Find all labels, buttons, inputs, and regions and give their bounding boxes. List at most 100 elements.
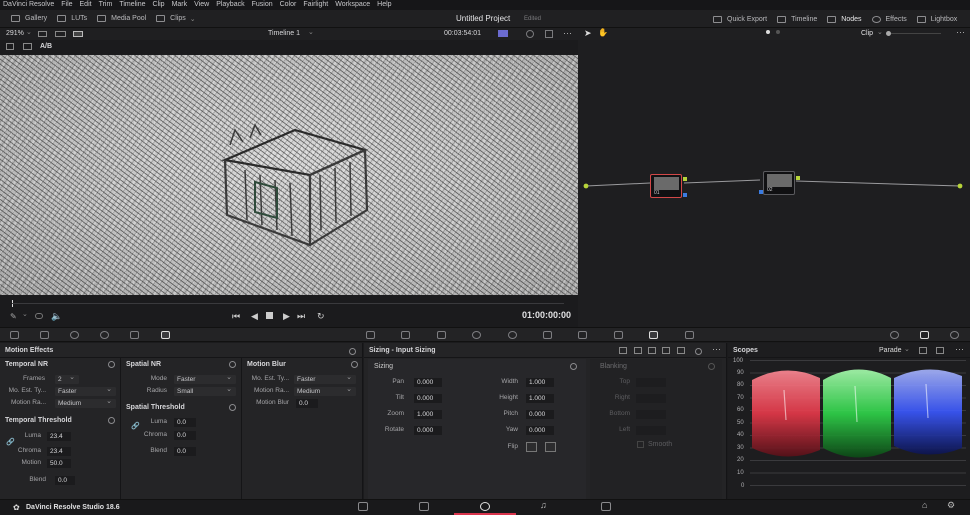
rgb-mixer-icon[interactable] — [130, 331, 139, 339]
volume-icon[interactable]: 🔈 — [51, 311, 62, 322]
motion-range-dropdown[interactable]: Medium — [55, 397, 116, 408]
skip-back-icon[interactable]: ⏮ — [232, 311, 240, 322]
fairlight-page-icon[interactable]: ♫ — [540, 500, 547, 510]
motion-value[interactable]: 50.0 — [47, 459, 71, 468]
frames-dropdown[interactable]: 2 — [55, 373, 79, 384]
clip-mode[interactable]: Clip — [861, 30, 873, 37]
compare-view-icon[interactable] — [73, 31, 83, 37]
height-value[interactable]: 1.000 — [526, 394, 554, 403]
viewer-image[interactable] — [0, 55, 578, 295]
display-icon[interactable] — [498, 30, 508, 37]
chevron-down-icon[interactable]: ⌄ — [904, 345, 910, 353]
scope-mode[interactable]: Parade — [879, 347, 902, 354]
input-sizing-icon[interactable] — [619, 347, 627, 354]
3d-icon[interactable] — [685, 331, 694, 339]
curves-icon[interactable] — [366, 331, 375, 339]
mode-dropdown[interactable]: Faster — [174, 373, 236, 384]
gallery-button[interactable]: Gallery — [6, 10, 52, 28]
expand-icon[interactable] — [936, 347, 944, 354]
play-icon[interactable]: ▶ — [283, 311, 290, 322]
timeline-button[interactable]: Timeline — [772, 10, 822, 28]
expand-icon[interactable] — [545, 30, 553, 38]
deliver-page-icon[interactable] — [601, 502, 611, 511]
link-icon[interactable]: 🔗 — [6, 438, 15, 446]
nodes-button[interactable]: Nodes — [822, 10, 866, 28]
motion-range-dropdown[interactable]: Medium — [294, 385, 356, 396]
edit-page-icon[interactable] — [419, 502, 429, 511]
menu-color[interactable]: Color — [280, 0, 297, 10]
node-editor[interactable]: 01 02 — [578, 40, 970, 327]
qualifier-icon[interactable] — [437, 331, 446, 339]
info-circle-icon[interactable] — [950, 331, 959, 339]
chevron-down-icon[interactable]: ⌄ — [22, 310, 28, 318]
media-page-icon[interactable] — [358, 502, 368, 511]
reset-icon[interactable] — [229, 404, 236, 411]
viewer-mode-icon[interactable] — [38, 31, 47, 37]
mo-est-type-dropdown[interactable]: Faster — [294, 373, 356, 384]
reset-icon[interactable] — [108, 361, 115, 368]
menu-view[interactable]: View — [194, 0, 209, 10]
more-options-icon[interactable]: ··· — [955, 344, 964, 354]
tilt-value[interactable]: 0.000 — [414, 394, 442, 403]
magic-mask-icon[interactable] — [543, 331, 552, 339]
zoom-level[interactable]: 291% — [6, 30, 24, 37]
menu-help[interactable]: Help — [377, 0, 391, 10]
home-icon[interactable]: ⌂ — [922, 500, 927, 510]
motion-effects-icon[interactable] — [161, 331, 170, 339]
menu-workspace[interactable]: Workspace — [335, 0, 370, 10]
camera-raw-icon[interactable] — [10, 331, 19, 339]
menu-playback[interactable]: Playback — [216, 0, 244, 10]
key-icon[interactable] — [614, 331, 623, 339]
more-options-icon[interactable]: ··· — [712, 344, 721, 354]
output-sizing-icon[interactable] — [634, 347, 642, 354]
reset-icon[interactable] — [349, 348, 356, 355]
blend-value[interactable]: 0.0 — [55, 476, 75, 485]
yaw-value[interactable]: 0.000 — [526, 426, 554, 435]
rotate-value[interactable]: 0.000 — [414, 426, 442, 435]
zoom-slider[interactable] — [891, 33, 941, 34]
blend-value[interactable]: 0.0 — [174, 447, 196, 456]
effects-button[interactable]: Effects — [867, 10, 912, 28]
clips-button[interactable]: Clips ⌄ — [151, 10, 200, 28]
pan-value[interactable]: 0.000 — [414, 378, 442, 387]
tracker-icon[interactable] — [508, 331, 517, 339]
chroma-value[interactable]: 23.4 — [47, 447, 71, 456]
split-view-icon[interactable] — [55, 31, 66, 37]
flip-horizontal-icon[interactable] — [526, 442, 537, 452]
hand-icon[interactable]: ✋ — [598, 28, 608, 37]
reset-icon[interactable] — [351, 361, 358, 368]
motion-blur-value[interactable]: 0.0 — [296, 399, 318, 408]
luma-value[interactable]: 23.4 — [47, 432, 71, 441]
menu-trim[interactable]: Trim — [99, 0, 113, 10]
node-output-icon[interactable] — [796, 176, 800, 180]
node-key-input-icon[interactable] — [759, 190, 763, 194]
media-pool-button[interactable]: Media Pool — [92, 10, 151, 28]
pitch-value[interactable]: 0.000 — [526, 410, 554, 419]
sizing-icon[interactable] — [649, 331, 658, 339]
node-01[interactable]: 01 — [650, 174, 682, 198]
mo-est-type-dropdown[interactable]: Faster — [55, 385, 116, 396]
menu-clip[interactable]: Clip — [153, 0, 165, 10]
cursor-icon[interactable] — [23, 43, 32, 50]
lightbox-button[interactable]: Lightbox — [912, 10, 962, 28]
info-icon[interactable] — [890, 331, 899, 339]
window-icon[interactable] — [472, 331, 481, 339]
zoom-dropdown-icon[interactable]: ⌄ — [26, 28, 32, 36]
radius-dropdown[interactable]: Small — [174, 385, 236, 396]
loop-playback-icon[interactable]: ↻ — [317, 311, 325, 322]
scopes-icon[interactable] — [920, 331, 929, 339]
menu-fusion[interactable]: Fusion — [252, 0, 273, 10]
node-key-output-icon[interactable] — [683, 193, 687, 197]
loop-icon[interactable] — [526, 30, 534, 38]
flip-vertical-icon[interactable] — [545, 442, 556, 452]
menu-app[interactable]: DaVinci Resolve — [3, 0, 54, 10]
chevron-down-icon[interactable]: ⌄ — [877, 28, 883, 36]
reference-sizing-icon[interactable] — [677, 347, 685, 354]
menu-timeline[interactable]: Timeline — [119, 0, 145, 10]
scrub-track[interactable] — [12, 303, 564, 304]
pen-icon[interactable]: ✎ — [10, 312, 17, 321]
luma-value[interactable]: 0.0 — [174, 418, 196, 427]
scrub-bar[interactable] — [0, 296, 578, 308]
ab-compare[interactable]: A/B — [40, 43, 52, 50]
reset-icon[interactable] — [108, 417, 115, 424]
